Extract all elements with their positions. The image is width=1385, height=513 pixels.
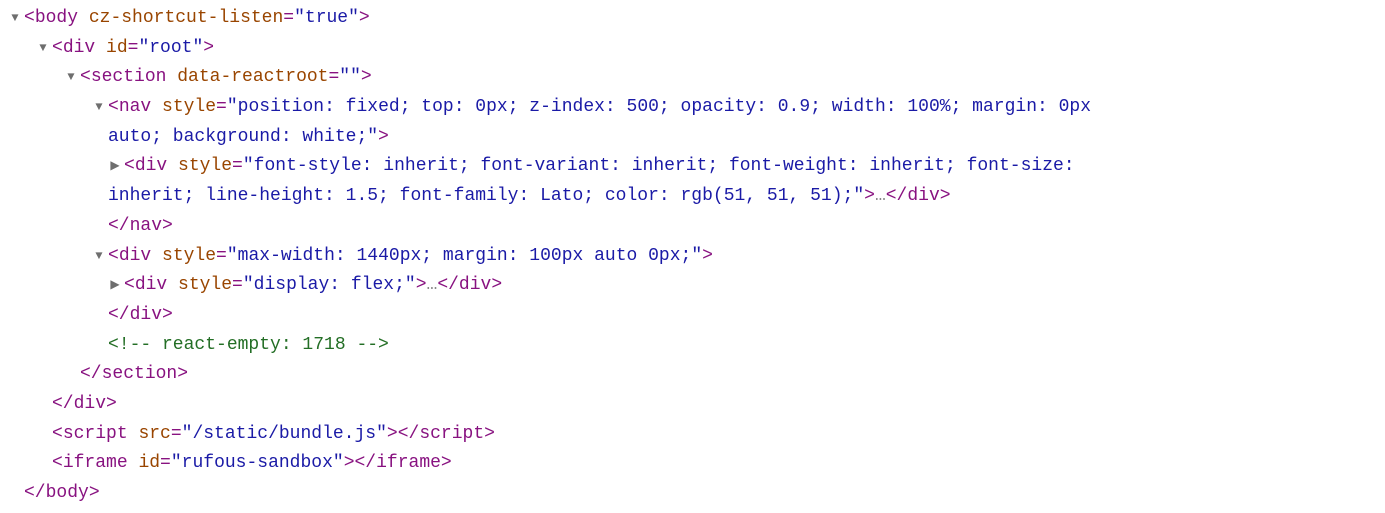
node-div-maxwidth-open[interactable]: ▼<div style="max-width: 1440px; margin: …	[8, 242, 1377, 272]
node-script[interactable]: ▼<script src="/static/bundle.js"></scrip…	[8, 420, 1377, 450]
disclosure-triangle-down-icon[interactable]: ▼	[92, 247, 106, 267]
disclosure-triangle-right-icon[interactable]: ▶	[108, 276, 122, 296]
dom-tree: ▼<body cz-shortcut-listen="true"> ▼<div …	[8, 4, 1377, 509]
node-comment[interactable]: <!-- react-empty: 1718 -->	[8, 331, 1377, 361]
node-div-root-close[interactable]: ▼</div>	[8, 390, 1377, 420]
disclosure-triangle-down-icon[interactable]: ▼	[36, 39, 50, 59]
node-body-close[interactable]: ▼</body>	[8, 479, 1377, 509]
node-div-font-collapsed[interactable]: ▶<div style="font-style: inherit; font-v…	[8, 152, 1377, 182]
node-nav-open-cont[interactable]: auto; background: white;">	[8, 123, 1377, 153]
node-iframe[interactable]: ▼<iframe id="rufous-sandbox"></iframe>	[8, 449, 1377, 479]
node-div-maxwidth-close[interactable]: </div>	[8, 301, 1377, 331]
disclosure-triangle-right-icon[interactable]: ▶	[108, 157, 122, 177]
node-nav-close[interactable]: </nav>	[8, 212, 1377, 242]
node-div-font-collapsed-cont[interactable]: inherit; line-height: 1.5; font-family: …	[8, 182, 1377, 212]
disclosure-triangle-down-icon[interactable]: ▼	[8, 9, 22, 29]
node-section-close[interactable]: ▼</section>	[8, 360, 1377, 390]
disclosure-triangle-down-icon[interactable]: ▼	[64, 68, 78, 88]
node-body-open[interactable]: ▼<body cz-shortcut-listen="true">	[8, 4, 1377, 34]
node-div-root-open[interactable]: ▼<div id="root">	[8, 34, 1377, 64]
node-section-open[interactable]: ▼<section data-reactroot="">	[8, 63, 1377, 93]
disclosure-triangle-down-icon[interactable]: ▼	[92, 98, 106, 118]
node-nav-open[interactable]: ▼<nav style="position: fixed; top: 0px; …	[8, 93, 1377, 123]
node-div-flex-collapsed[interactable]: ▶<div style="display: flex;">…</div>	[8, 271, 1377, 301]
